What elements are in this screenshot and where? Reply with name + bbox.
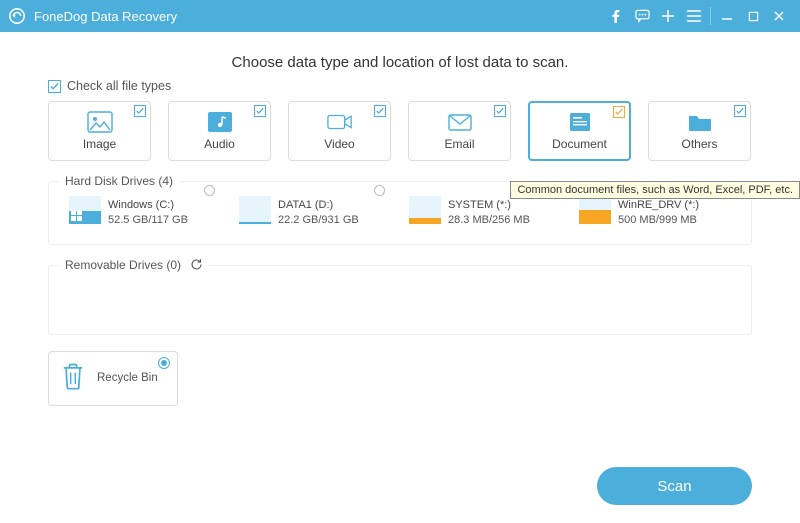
type-card-video[interactable]: Video bbox=[288, 101, 391, 161]
check-all-types[interactable]: Check all file types bbox=[48, 79, 752, 93]
drive-text: WinRE_DRV (*:)500 MB/999 MB bbox=[618, 196, 699, 228]
feedback-icon[interactable] bbox=[629, 0, 655, 32]
drive-text: SYSTEM (*:)28.3 MB/256 MB bbox=[448, 196, 530, 228]
drive-text: Windows (C:)52.5 GB/117 GB bbox=[108, 196, 188, 228]
type-label: Audio bbox=[204, 137, 235, 151]
drive-name: Windows (C:) bbox=[108, 198, 188, 213]
minimize-button[interactable] bbox=[714, 0, 740, 32]
scan-button[interactable]: Scan bbox=[597, 467, 752, 505]
type-card-email[interactable]: Email bbox=[408, 101, 511, 161]
image-icon bbox=[87, 111, 113, 133]
check-icon bbox=[494, 105, 506, 117]
menu-icon[interactable] bbox=[681, 0, 707, 32]
drive-icon bbox=[409, 196, 441, 224]
app-title: FoneDog Data Recovery bbox=[34, 9, 177, 24]
type-card-audio[interactable]: Audio bbox=[168, 101, 271, 161]
drive-item[interactable]: WinRE_DRV (*:)500 MB/999 MB bbox=[579, 196, 731, 228]
type-card-image[interactable]: Image bbox=[48, 101, 151, 161]
type-label: Others bbox=[681, 137, 717, 151]
recycle-bin-icon bbox=[59, 361, 87, 396]
hdd-section-title: Hard Disk Drives (4) bbox=[59, 174, 179, 188]
type-label: Image bbox=[83, 137, 116, 151]
removable-section: Removable Drives (0) bbox=[48, 265, 752, 335]
add-icon[interactable] bbox=[655, 0, 681, 32]
check-icon bbox=[134, 105, 146, 117]
check-icon bbox=[613, 106, 625, 118]
removable-section-title: Removable Drives (0) bbox=[59, 258, 187, 272]
facebook-icon[interactable] bbox=[603, 0, 629, 32]
drive-name: WinRE_DRV (*:) bbox=[618, 198, 699, 213]
app-logo-icon bbox=[8, 7, 26, 25]
drives-row: Windows (C:)52.5 GB/117 GB DATA1 (D:)22.2… bbox=[69, 196, 731, 228]
drive-text: DATA1 (D:)22.2 GB/931 GB bbox=[278, 196, 359, 228]
audio-icon bbox=[207, 111, 233, 133]
email-icon bbox=[447, 111, 473, 133]
drive-item[interactable]: SYSTEM (*:)28.3 MB/256 MB bbox=[409, 196, 561, 228]
title-bar: FoneDog Data Recovery bbox=[0, 0, 800, 32]
recycle-bin-radio[interactable] bbox=[158, 357, 170, 369]
check-all-checkbox[interactable] bbox=[48, 80, 61, 93]
type-label: Document bbox=[552, 137, 607, 151]
drive-item[interactable]: DATA1 (D:)22.2 GB/931 GB bbox=[239, 196, 391, 228]
drive-icon bbox=[579, 196, 611, 224]
close-button[interactable] bbox=[766, 0, 792, 32]
type-card-others[interactable]: Others bbox=[648, 101, 751, 161]
check-icon bbox=[734, 105, 746, 117]
check-icon bbox=[374, 105, 386, 117]
video-icon bbox=[327, 111, 353, 133]
recycle-bin-label: Recycle Bin bbox=[97, 372, 158, 384]
check-icon bbox=[254, 105, 266, 117]
drive-icon bbox=[69, 196, 101, 224]
drive-size: 22.2 GB/931 GB bbox=[278, 213, 359, 228]
document-tooltip: Common document files, such as Word, Exc… bbox=[510, 181, 800, 199]
drive-size: 52.5 GB/117 GB bbox=[108, 213, 188, 228]
type-label: Video bbox=[324, 137, 354, 151]
drive-name: DATA1 (D:) bbox=[278, 198, 359, 213]
drive-radio[interactable] bbox=[204, 185, 215, 196]
type-card-document[interactable]: Document bbox=[528, 101, 631, 161]
drive-name: SYSTEM (*:) bbox=[448, 198, 530, 213]
type-label: Email bbox=[444, 137, 474, 151]
document-icon bbox=[567, 111, 593, 133]
refresh-button[interactable] bbox=[184, 258, 209, 276]
drive-radio[interactable] bbox=[374, 185, 385, 196]
check-all-label: Check all file types bbox=[67, 79, 171, 93]
drive-size: 28.3 MB/256 MB bbox=[448, 213, 530, 228]
separator bbox=[710, 7, 711, 25]
file-type-row: Image Audio Video Email bbox=[48, 101, 752, 161]
drive-icon bbox=[239, 196, 271, 224]
maximize-button[interactable] bbox=[740, 0, 766, 32]
recycle-bin-card[interactable]: Recycle Bin bbox=[48, 351, 178, 406]
folder-icon bbox=[687, 111, 713, 133]
drive-item[interactable]: Windows (C:)52.5 GB/117 GB bbox=[69, 196, 221, 228]
drive-size: 500 MB/999 MB bbox=[618, 213, 699, 228]
page-headline: Choose data type and location of lost da… bbox=[48, 54, 752, 71]
